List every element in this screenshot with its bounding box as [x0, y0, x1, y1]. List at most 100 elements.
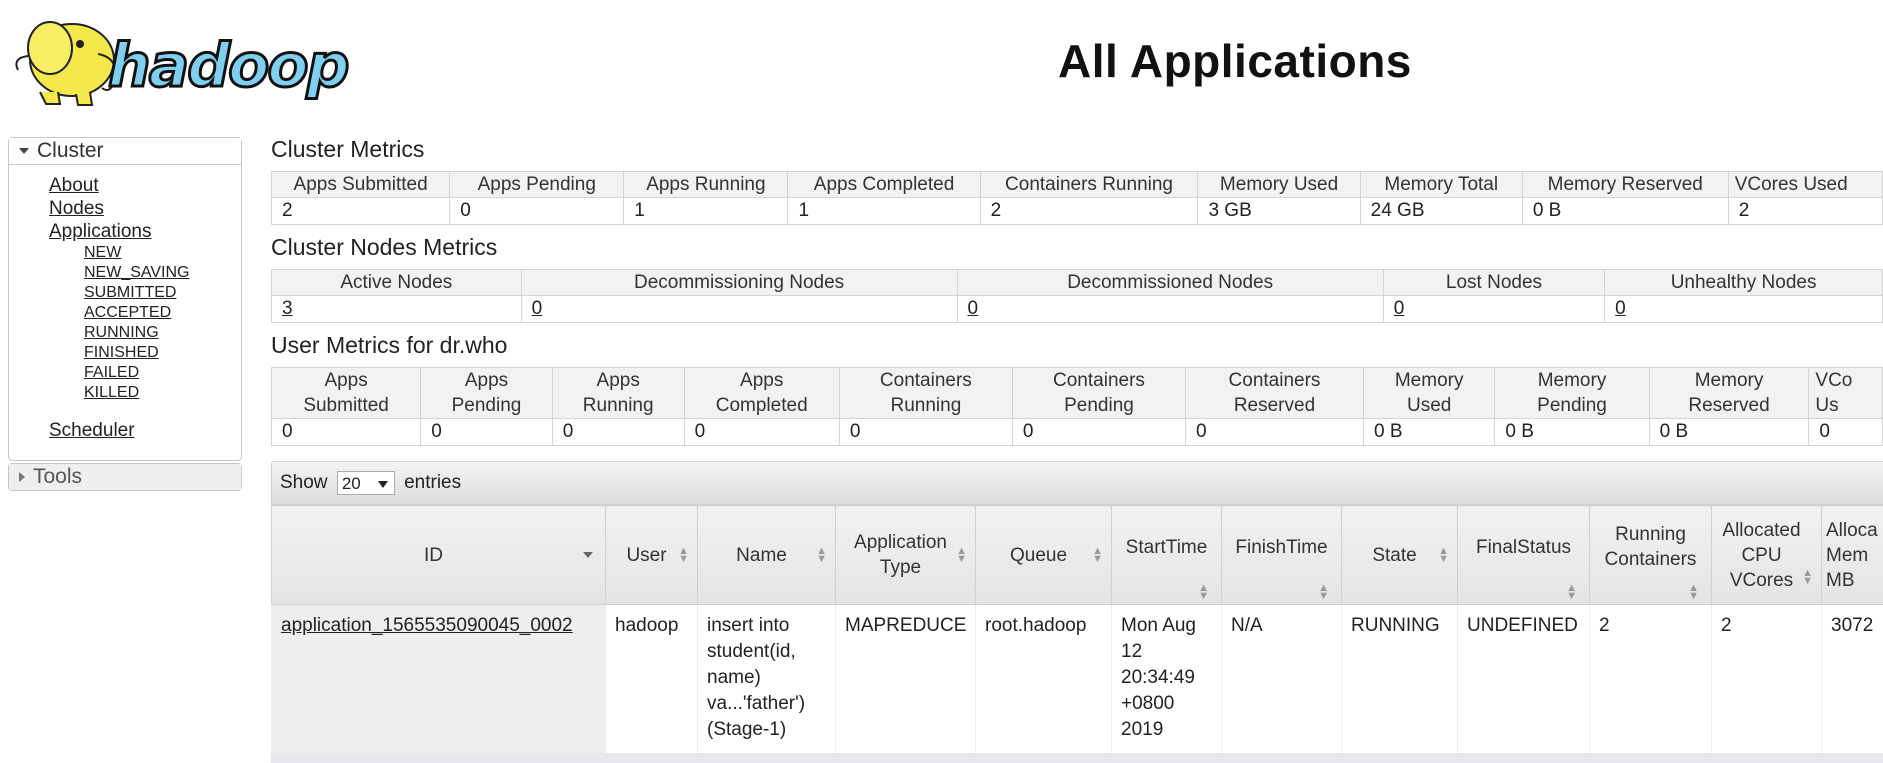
column-state[interactable]: State▲▼ [1342, 506, 1458, 605]
applications-panel: Show 20 entries ID User▲▼ Name▲▼ Applica… [271, 461, 1883, 729]
metric-value: 2 [272, 198, 450, 225]
metric-header: ContainersRunning [839, 368, 1012, 419]
metric-header: MemoryPending [1495, 368, 1649, 419]
nav-state-accepted[interactable]: ACCEPTED [84, 303, 190, 323]
unhealthy-nodes-link[interactable]: 0 [1615, 298, 1626, 319]
metric-header: Active Nodes [272, 270, 522, 296]
cluster-metrics-title: Cluster Metrics [271, 136, 424, 163]
metric-header: ContainersPending [1012, 368, 1185, 419]
metric-value: 0 [450, 198, 624, 225]
user-metrics-title: User Metrics for dr.who [271, 332, 507, 359]
decommissioning-nodes-link[interactable]: 0 [532, 298, 543, 319]
metric-value: 1 [624, 198, 788, 225]
metric-value: 0 B [1522, 198, 1728, 225]
sort-icon: ▲▼ [1438, 547, 1449, 563]
nav-applications[interactable]: Applications [49, 220, 190, 243]
entries-label: entries [404, 472, 461, 493]
nav-state-new[interactable]: NEW [84, 243, 190, 263]
application-id-link[interactable]: application_1565535090045_0002 [281, 615, 573, 636]
cluster-toggle[interactable]: Cluster [9, 138, 241, 165]
sort-icon: ▲▼ [1092, 547, 1103, 563]
metric-header: AppsCompleted [684, 368, 839, 419]
nav-about[interactable]: About [49, 174, 190, 197]
cell-type: MAPREDUCE [836, 605, 976, 754]
page-length-select[interactable]: 20 [337, 471, 395, 495]
metric-value: 0 B [1649, 419, 1809, 446]
nav-scheduler[interactable]: Scheduler [49, 420, 135, 442]
metric-value: 0 [1186, 419, 1364, 446]
sort-icon: ▲▼ [1566, 584, 1577, 600]
sort-icon: ▲▼ [816, 547, 827, 563]
user-metrics-table: AppsSubmitted AppsPending AppsRunning Ap… [271, 367, 1883, 446]
nodes-metrics-title: Cluster Nodes Metrics [271, 234, 497, 261]
metric-header: Decommissioned Nodes [957, 270, 1383, 296]
triangle-down-icon [19, 148, 29, 154]
column-start-time[interactable]: StartTime▲▼ [1112, 506, 1222, 605]
cell-user: hadoop [606, 605, 698, 754]
table-row: application_1565535090045_0002 hadoop in… [272, 605, 1883, 754]
cell-running-containers: 2 [1590, 605, 1712, 754]
column-name[interactable]: Name▲▼ [698, 506, 836, 605]
cell-start-time: Mon Aug1220:34:49+08002019 [1112, 605, 1222, 754]
nav-state-finished[interactable]: FINISHED [84, 343, 190, 363]
metric-header: Apps Submitted [272, 172, 450, 198]
metric-value: 0 [421, 419, 553, 446]
column-running-containers[interactable]: RunningContainers▲▼ [1590, 506, 1712, 605]
metric-value: 0 [552, 419, 684, 446]
sort-icon: ▲▼ [1802, 569, 1813, 585]
cell-name: insert intostudent(id,name)va...'father'… [698, 605, 836, 754]
column-id[interactable]: ID [272, 506, 606, 605]
length-control: Show 20 entries [271, 461, 1883, 505]
nav-state-submitted[interactable]: SUBMITTED [84, 283, 190, 303]
sort-icon: ▲▼ [956, 547, 967, 563]
lost-nodes-link[interactable]: 0 [1394, 298, 1405, 319]
logo-wordmark: hadoop [108, 31, 348, 101]
nav-state-running[interactable]: RUNNING [84, 323, 190, 343]
nav-state-killed[interactable]: KILLED [84, 383, 190, 403]
metric-header: Lost Nodes [1383, 270, 1604, 296]
column-allocated-memory[interactable]: AllocaMemMB [1822, 506, 1883, 605]
cell-finish-time: N/A [1222, 605, 1342, 754]
metric-value: 2 [980, 198, 1198, 225]
nav-nodes[interactable]: Nodes [49, 197, 190, 220]
metric-header: Containers Running [980, 172, 1198, 198]
metric-header: Memory Used [1198, 172, 1360, 198]
dropdown-arrow-icon [378, 481, 388, 488]
page-title: All Applications [1058, 34, 1412, 88]
hadoop-logo: hadoop [10, 8, 415, 108]
active-nodes-link[interactable]: 3 [282, 298, 293, 319]
metric-value: 0 [1012, 419, 1185, 446]
column-queue[interactable]: Queue▲▼ [976, 506, 1112, 605]
nav-state-new-saving[interactable]: NEW_SAVING [84, 263, 190, 283]
column-application-type[interactable]: ApplicationType▲▼ [836, 506, 976, 605]
tools-toggle[interactable]: Tools [9, 464, 241, 490]
nav-state-failed[interactable]: FAILED [84, 363, 190, 383]
metric-value: 2 [1728, 198, 1882, 225]
metric-value: 0 [1809, 419, 1883, 446]
metric-header: VCores Used [1728, 172, 1882, 198]
column-finish-time[interactable]: FinishTime▲▼ [1222, 506, 1342, 605]
metric-value: 1 [788, 198, 980, 225]
column-allocated-vcores[interactable]: AllocatedCPUVCores▲▼ [1712, 506, 1822, 605]
applications-table: ID User▲▼ Name▲▼ ApplicationType▲▼ Queue… [271, 505, 1883, 753]
sort-icon: ▲▼ [678, 547, 689, 563]
decommissioned-nodes-link[interactable]: 0 [968, 298, 979, 319]
sort-icon: ▲▼ [1318, 584, 1329, 600]
cell-memory: 3072 [1822, 605, 1883, 754]
metric-header: Apps Pending [450, 172, 624, 198]
metric-header: Memory Reserved [1522, 172, 1728, 198]
column-final-status[interactable]: FinalStatus▲▼ [1458, 506, 1590, 605]
cluster-metrics-table: Apps Submitted Apps Pending Apps Running… [271, 171, 1883, 225]
metric-header: AppsRunning [552, 368, 684, 419]
cell-vcores: 2 [1712, 605, 1822, 754]
triangle-right-icon [19, 472, 25, 482]
cell-state: RUNNING [1342, 605, 1458, 754]
sort-icon: ▲▼ [1688, 584, 1699, 600]
metric-header: AppsSubmitted [272, 368, 421, 419]
column-user[interactable]: User▲▼ [606, 506, 698, 605]
metric-header: Apps Running [624, 172, 788, 198]
metric-header: VCoUs [1809, 368, 1883, 419]
metric-header: AppsPending [421, 368, 553, 419]
metric-header: Decommissioning Nodes [521, 270, 957, 296]
sort-desc-icon [583, 552, 593, 558]
